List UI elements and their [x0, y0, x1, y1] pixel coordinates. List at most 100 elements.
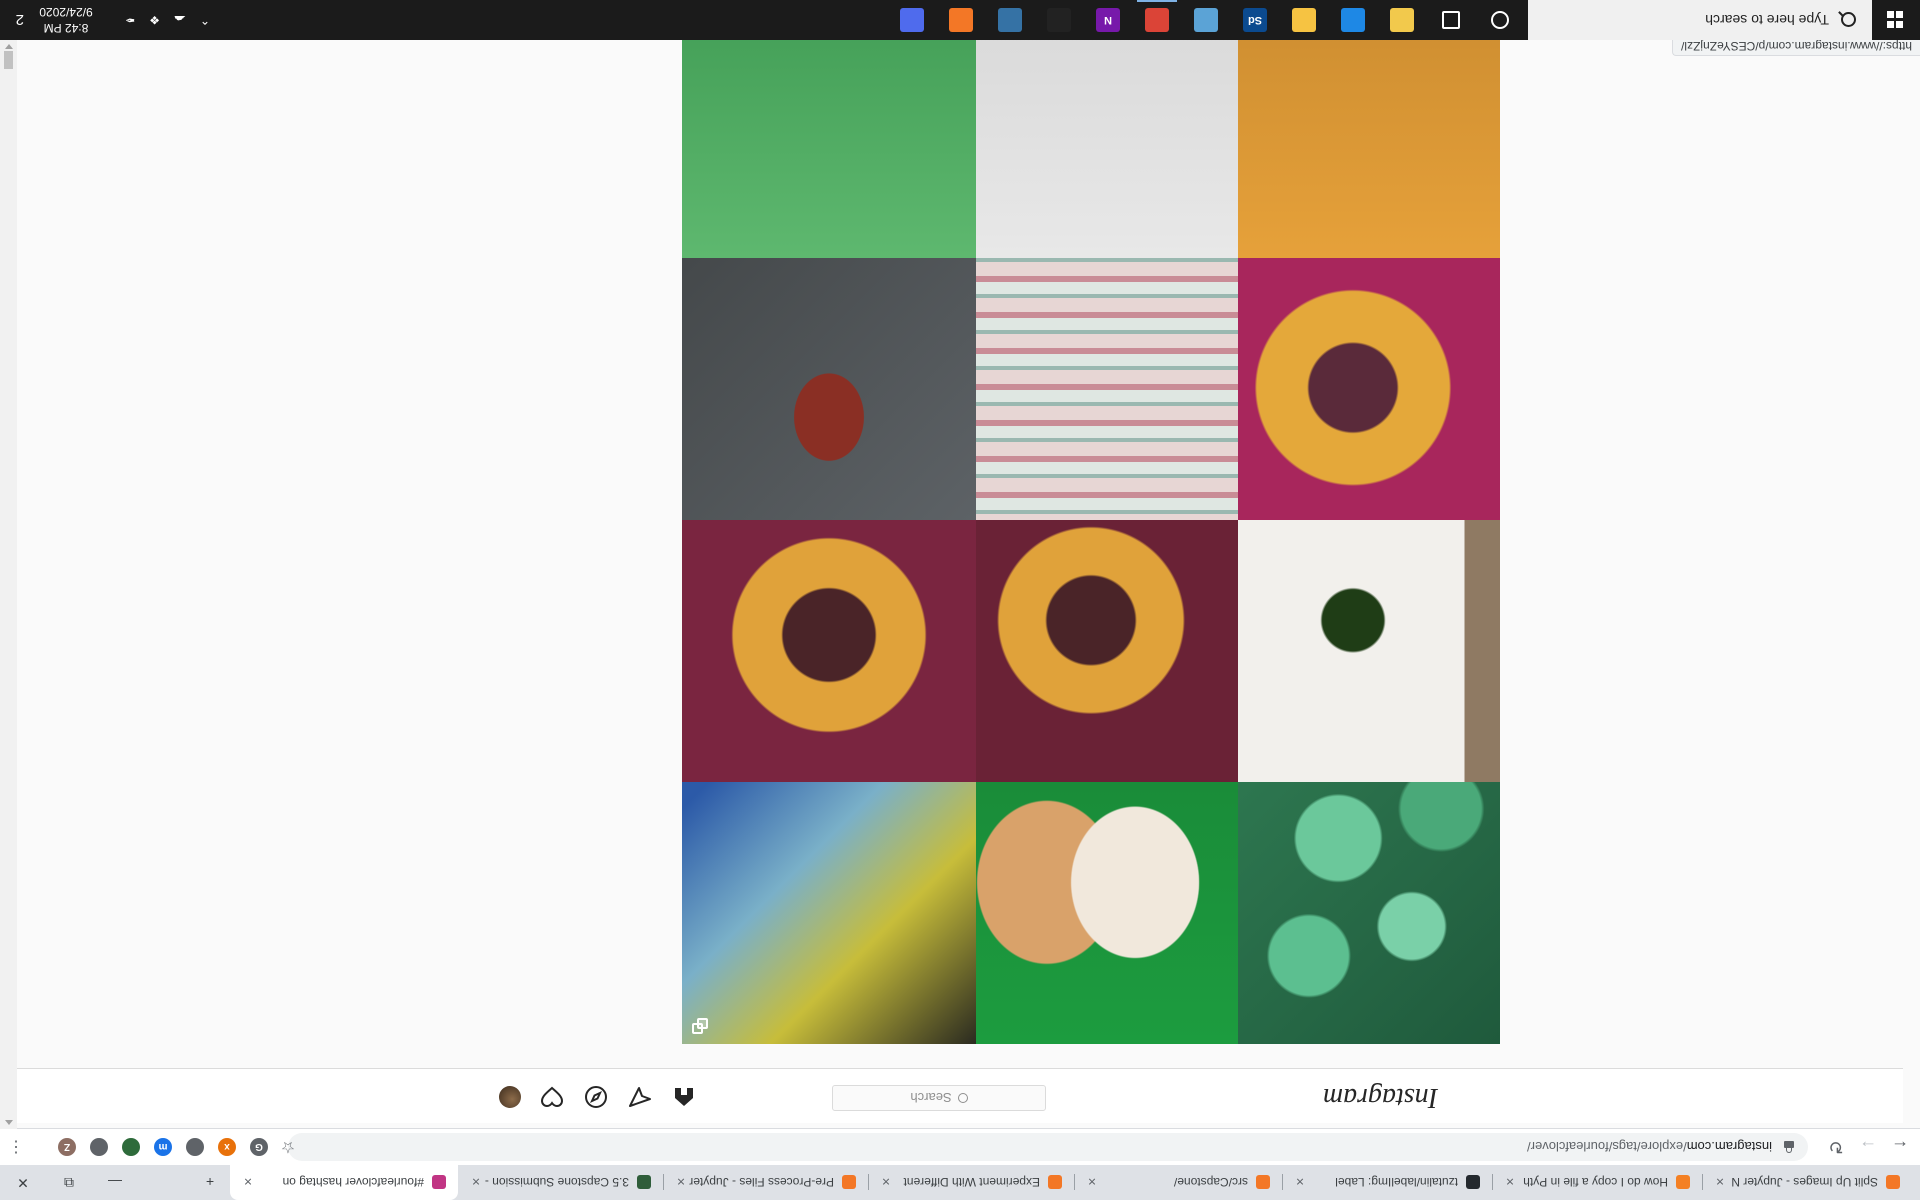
edge-icon[interactable] [1329, 0, 1377, 40]
menu-dots-icon[interactable]: ⋮ [4, 1135, 28, 1159]
post-thumbnail[interactable] [944, 488, 1238, 782]
tab-title: Split Up Images - Jupyter N [1731, 1175, 1878, 1190]
post-thumbnail[interactable] [1206, 488, 1500, 782]
tab-strip: — ⧉ ✕ Split Up Images - Jupyter N × How do… [0, 1165, 1920, 1200]
chrome-icon[interactable] [1133, 0, 1181, 40]
calculator-icon[interactable] [888, 0, 936, 40]
post-thumbnail[interactable] [1206, 750, 1500, 1044]
extension-icon[interactable]: Z [58, 1138, 76, 1156]
browser-tab[interactable]: 3.5 Capstone Submission - × [458, 1165, 663, 1200]
notification-center-icon[interactable]: 2 [16, 0, 24, 40]
onenote-icon[interactable]: N [1084, 0, 1132, 40]
onedrive-cloud-icon[interactable]: ☁ [174, 13, 186, 27]
close-tab-icon[interactable]: × [878, 1175, 894, 1191]
dropbox-icon[interactable]: ❖ [149, 13, 160, 27]
search-icon [957, 1093, 968, 1103]
browser-tab[interactable]: tzutalin/labelImg: Label × [1282, 1165, 1492, 1200]
tab-title: How do I copy a file in Pyth [1523, 1175, 1668, 1190]
instagram-logo[interactable]: Instagram [1323, 1081, 1438, 1113]
edge-icon-glyph [1341, 8, 1365, 32]
star-bookmark-icon[interactable]: ☆ [276, 1135, 300, 1159]
close-window-button[interactable]: ✕ [0, 1165, 46, 1200]
browser-tab[interactable]: How do I copy a file in Pyth × [1492, 1165, 1702, 1200]
forward-arrow-icon[interactable]: → [1856, 1135, 1880, 1159]
file-explorer-icon-glyph [1390, 8, 1414, 32]
reload-icon[interactable]: ↻ [1824, 1135, 1848, 1159]
clock[interactable]: 8:42 PM 9/24/2020 [24, 4, 108, 36]
browser-toolbar: ← → ↻ instagram.com/explore/tags/fourlea… [0, 1128, 1920, 1165]
jupyter-icon-glyph [949, 8, 973, 32]
home-icon[interactable] [671, 1084, 697, 1110]
task-view-icon[interactable] [1427, 0, 1475, 40]
chevron-up-icon[interactable]: ⌃ [200, 13, 210, 27]
tab-title: 3.5 Capstone Submission - [484, 1175, 629, 1190]
activity-heart-icon[interactable] [539, 1084, 565, 1110]
close-tab-icon[interactable]: × [1084, 1175, 1100, 1191]
scroll-down-arrow-icon[interactable] [5, 44, 13, 49]
instagram-header: Instagram Search [17, 1068, 1903, 1123]
close-tab-icon[interactable]: × [673, 1175, 689, 1191]
clock-date: 9/24/2020 [39, 5, 93, 19]
extension-icon[interactable]: G [250, 1138, 268, 1156]
jupyter-icon [842, 1175, 856, 1190]
extension-icon[interactable]: x [218, 1138, 236, 1156]
close-tab-icon[interactable]: × [240, 1175, 256, 1191]
close-tab-icon[interactable]: × [1502, 1175, 1518, 1191]
extension-icon[interactable] [186, 1138, 204, 1156]
stackoverflow-icon [1676, 1175, 1690, 1190]
profile-avatar[interactable] [499, 1086, 521, 1108]
address-bar[interactable]: instagram.com/explore/tags/fourleafclove… [288, 1133, 1808, 1161]
back-arrow-icon[interactable]: ← [1888, 1135, 1912, 1159]
python-icon[interactable] [986, 0, 1034, 40]
windows-logo-icon [1887, 11, 1905, 30]
minimize-button[interactable]: — [92, 1165, 138, 1200]
carousel-icon [692, 1018, 708, 1034]
browser-tab[interactable]: Pre-Process Files - Jupyter × [663, 1165, 868, 1200]
pen-icon[interactable]: ✒ [125, 13, 135, 27]
instagram-search-input[interactable]: Search [832, 1085, 1046, 1111]
windows-start-button[interactable] [1872, 0, 1920, 40]
jupyter-icon[interactable] [937, 0, 985, 40]
close-tab-icon[interactable]: × [1712, 1175, 1728, 1191]
photos-icon[interactable] [1182, 0, 1230, 40]
jupyter-icon [1886, 1175, 1900, 1190]
restore-button[interactable]: ⧉ [46, 1165, 92, 1200]
post-thumbnail[interactable] [682, 226, 976, 520]
browser-tab[interactable]: Experiment With Different × [868, 1165, 1074, 1200]
close-tab-icon[interactable]: × [468, 1175, 484, 1191]
lock-icon [1784, 1141, 1794, 1153]
browser-tab[interactable]: #fourleafclover hashtag on × [230, 1165, 458, 1200]
post-thumbnail[interactable] [682, 40, 976, 258]
store-icon[interactable] [1280, 0, 1328, 40]
taskbar-search-box[interactable]: Type here to search [1528, 0, 1872, 40]
browser-tab[interactable]: Split Up Images - Jupyter N × [1702, 1165, 1912, 1200]
terminal-icon-glyph [1047, 8, 1071, 32]
search-icon [1841, 12, 1856, 28]
post-thumbnail[interactable] [944, 226, 1238, 520]
terminal-icon[interactable] [1035, 0, 1083, 40]
scroll-up-arrow-icon[interactable] [5, 1120, 13, 1125]
system-tray: ⌃ ☁ ❖ ✒ [125, 0, 210, 40]
post-thumbnail[interactable] [1206, 226, 1500, 520]
extension-icon[interactable] [90, 1138, 108, 1156]
photoshop-icon[interactable]: Sd [1231, 0, 1279, 40]
extension-icon[interactable] [122, 1138, 140, 1156]
explore-icon[interactable] [583, 1084, 609, 1110]
page-scrollbar[interactable] [0, 40, 17, 1129]
browser-tab[interactable]: src/Capstone/ × [1074, 1165, 1282, 1200]
cortana-icon[interactable] [1476, 0, 1524, 40]
extension-icon[interactable]: m [154, 1138, 172, 1156]
close-tab-icon[interactable]: × [1292, 1175, 1308, 1191]
file-explorer-icon[interactable] [1378, 0, 1426, 40]
post-thumbnail[interactable] [682, 750, 976, 1044]
onenote-icon-glyph: N [1096, 8, 1120, 32]
chrome-icon-glyph [1145, 8, 1169, 32]
post-thumbnail[interactable] [682, 488, 976, 782]
tab-title: Pre-Process Files - Jupyter [689, 1175, 834, 1190]
scroll-thumb[interactable] [4, 51, 13, 69]
direct-icon[interactable] [627, 1084, 653, 1110]
post-thumbnail[interactable] [944, 40, 1238, 258]
post-thumbnail[interactable] [944, 750, 1238, 1044]
post-thumbnail[interactable] [1206, 40, 1500, 258]
plus-icon[interactable]: + [196, 1165, 224, 1200]
